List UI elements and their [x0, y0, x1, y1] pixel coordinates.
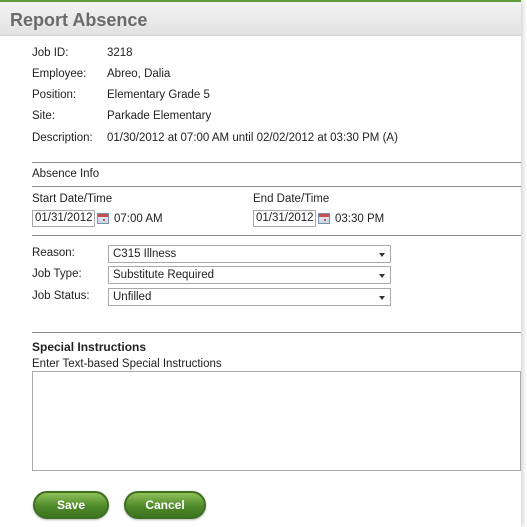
calendar-icon[interactable]: [318, 213, 330, 224]
job-id-value: 3218: [107, 47, 133, 59]
start-date-input[interactable]: 01/31/2012: [32, 210, 95, 227]
job-type-select-value: Substitute Required: [113, 269, 215, 281]
chevron-down-icon: [379, 274, 385, 278]
chevron-down-icon: [379, 253, 385, 257]
divider: [32, 332, 521, 333]
job-id-label: Job ID:: [32, 47, 69, 59]
special-instructions-subtitle: Enter Text-based Special Instructions: [32, 358, 222, 370]
employee-value: Abreo, Dalia: [107, 68, 171, 80]
job-type-label: Job Type:: [32, 268, 82, 280]
description-value: 01/30/2012 at 07:00 AM until 02/02/2012 …: [107, 132, 398, 144]
job-type-select[interactable]: Substitute Required: [108, 266, 391, 284]
job-status-select-value: Unfilled: [113, 291, 152, 303]
reason-select-value: C315 Illness: [113, 248, 177, 260]
report-absence-panel: Report Absence Job ID: 3218 Employee: Ab…: [0, 0, 521, 527]
special-instructions-textarea[interactable]: [32, 371, 521, 471]
end-datetime-label: End Date/Time: [253, 193, 330, 205]
page-title: Report Absence: [10, 10, 148, 30]
site-value: Parkade Elementary: [107, 110, 212, 122]
save-button[interactable]: Save: [33, 491, 109, 519]
start-datetime-label: Start Date/Time: [32, 193, 113, 205]
end-time-input[interactable]: 03:30 PM: [335, 211, 384, 227]
divider: [32, 162, 521, 163]
end-date-input[interactable]: 01/31/2012: [253, 210, 316, 227]
absence-info-label: Absence Info: [32, 168, 100, 180]
reason-label: Reason:: [32, 247, 75, 259]
site-label: Site:: [32, 110, 56, 122]
start-time-input[interactable]: 07:00 AM: [114, 211, 163, 227]
special-instructions-title: Special Instructions: [32, 340, 147, 354]
description-label: Description:: [32, 132, 93, 144]
title-bar: Report Absence: [0, 2, 521, 36]
employee-label: Employee:: [32, 68, 87, 80]
divider: [32, 235, 521, 236]
reason-select[interactable]: C315 Illness: [108, 245, 391, 263]
calendar-icon[interactable]: [97, 213, 109, 224]
position-label: Position:: [32, 89, 77, 101]
job-status-label: Job Status:: [32, 290, 90, 302]
job-status-select[interactable]: Unfilled: [108, 288, 391, 306]
divider: [32, 186, 521, 187]
cancel-button[interactable]: Cancel: [124, 491, 206, 519]
position-value: Elementary Grade 5: [107, 89, 210, 101]
chevron-down-icon: [379, 296, 385, 300]
